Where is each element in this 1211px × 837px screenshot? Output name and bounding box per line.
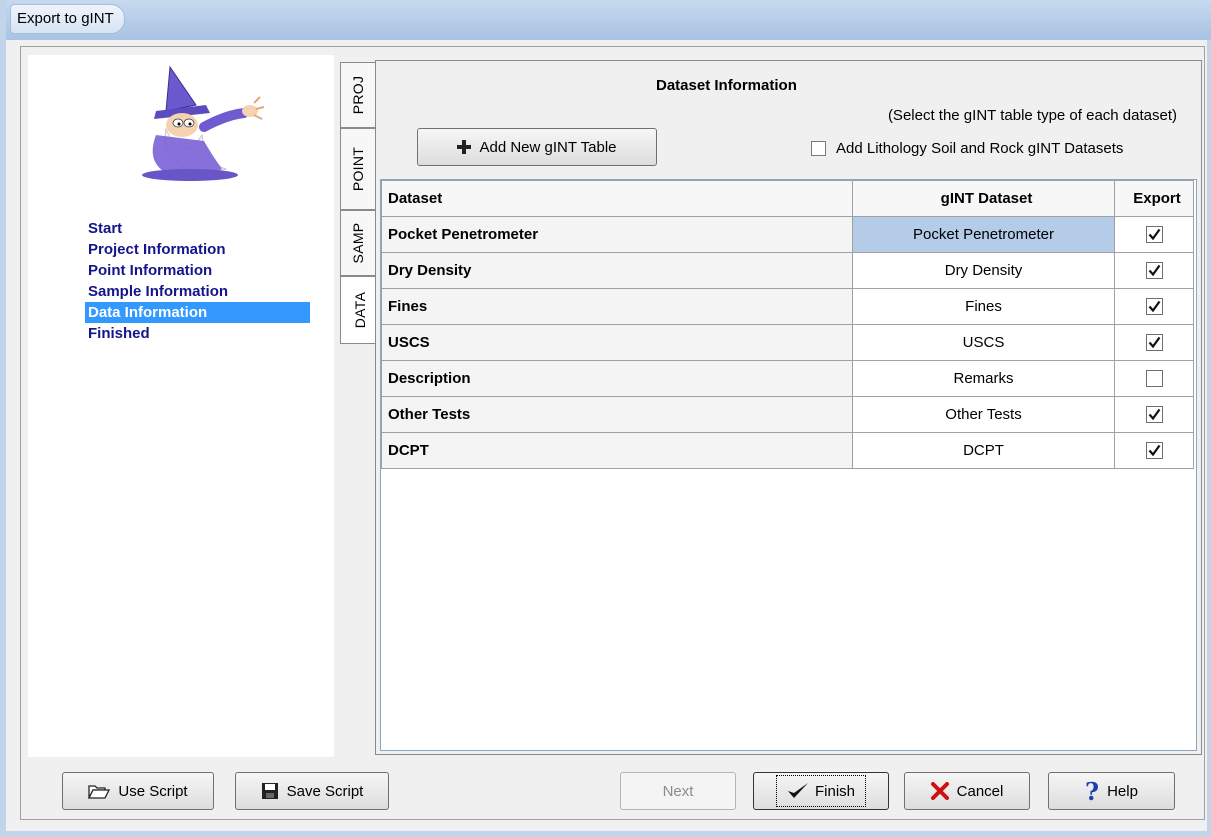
tab-samp[interactable]: SAMP [340, 210, 375, 276]
plus-icon [457, 140, 472, 154]
checkmark-icon [1148, 409, 1160, 421]
export-checkbox[interactable] [1145, 226, 1163, 244]
export-cell [1114, 252, 1194, 289]
use-script-label: Use Script [118, 782, 188, 800]
export-checkbox[interactable] [1145, 370, 1163, 388]
tab-point[interactable]: POINT [340, 128, 375, 210]
dataset-grid: Dataset gINT Dataset Export Pocket Penet… [380, 179, 1197, 751]
export-cell [1114, 396, 1194, 433]
export-checkbox[interactable] [1145, 334, 1163, 352]
red-x-icon [930, 782, 949, 800]
step-data-information[interactable]: Data Information [85, 302, 310, 323]
tab-proj-label: PROJ [350, 75, 366, 115]
table-row[interactable]: Fines Fines [381, 288, 1194, 325]
checkmark-icon [1148, 301, 1160, 313]
gint-dataset-cell[interactable]: Fines [852, 288, 1115, 325]
finish-button[interactable]: Finish [753, 772, 889, 810]
dataset-name-cell: Description [381, 360, 853, 397]
cancel-label: Cancel [956, 782, 1004, 800]
use-script-button[interactable]: Use Script [62, 772, 214, 810]
column-header-gint-dataset[interactable]: gINT Dataset [852, 180, 1115, 217]
table-row[interactable]: Other Tests Other Tests [381, 396, 1194, 433]
add-new-gint-table-button[interactable]: Add New gINT Table [417, 128, 657, 166]
lithology-checkbox-row[interactable]: Add Lithology Soil and Rock gINT Dataset… [811, 140, 1123, 157]
tab-point-label: POINT [350, 146, 366, 192]
checkmark-icon [1148, 229, 1160, 241]
dataset-information-panel: Dataset Information (Select the gINT tab… [375, 60, 1202, 755]
table-row[interactable]: USCS USCS [381, 324, 1194, 361]
tab-data[interactable]: DATA [340, 276, 378, 344]
step-finished[interactable]: Finished [85, 323, 310, 344]
gint-dataset-cell[interactable]: Other Tests [852, 396, 1115, 433]
lithology-checkbox[interactable] [811, 141, 826, 156]
save-script-button[interactable]: Save Script [235, 772, 389, 810]
title-bar: Export to gINT [6, 0, 1211, 40]
step-sample-information[interactable]: Sample Information [85, 281, 310, 302]
gint-dataset-cell[interactable]: Dry Density [852, 252, 1115, 289]
checkmark-icon [1148, 445, 1160, 457]
export-checkbox[interactable] [1145, 298, 1163, 316]
finish-label: Finish [814, 782, 855, 800]
wizard-mascot-image [142, 65, 265, 181]
export-cell [1114, 324, 1194, 361]
add-new-gint-table-label: Add New gINT Table [479, 138, 617, 156]
table-row[interactable]: Description Remarks [381, 360, 1194, 397]
step-start[interactable]: Start [85, 218, 310, 239]
gint-dataset-cell[interactable]: DCPT [852, 432, 1115, 469]
export-cell [1114, 288, 1194, 325]
table-row[interactable]: Dry Density Dry Density [381, 252, 1194, 289]
export-window: Export to gINT Start Project Information… [0, 0, 1211, 837]
window-title: Export to gINT [10, 4, 125, 34]
save-script-label: Save Script [286, 782, 364, 800]
export-checkbox[interactable] [1145, 406, 1163, 424]
export-checkbox[interactable] [1145, 262, 1163, 280]
panel-hint: (Select the gINT table type of each data… [887, 107, 1177, 124]
gint-dataset-cell[interactable]: Remarks [852, 360, 1115, 397]
dataset-name-cell: Pocket Penetrometer [381, 216, 853, 253]
wizard-steps-list: Start Project Information Point Informat… [85, 218, 310, 344]
cancel-button[interactable]: Cancel [904, 772, 1030, 810]
next-button[interactable]: Next [620, 772, 736, 810]
question-mark-icon: ? [1085, 776, 1100, 806]
tab-data-label: DATA [351, 291, 368, 329]
column-header-dataset[interactable]: Dataset [381, 180, 853, 217]
export-cell [1114, 216, 1194, 253]
gint-dataset-cell[interactable]: Pocket Penetrometer [852, 216, 1115, 253]
dataset-name-cell: Other Tests [381, 396, 853, 433]
open-folder-icon [88, 782, 111, 800]
checkmark-icon [787, 782, 809, 800]
column-header-export[interactable]: Export [1114, 180, 1194, 217]
dataset-name-cell: Fines [381, 288, 853, 325]
tab-samp-label: SAMP [350, 222, 366, 264]
next-label: Next [662, 782, 694, 800]
dataset-name-cell: DCPT [381, 432, 853, 469]
panel-title: Dataset Information [656, 77, 797, 94]
grid-header-row: Dataset gINT Dataset Export [381, 180, 1194, 217]
export-checkbox[interactable] [1145, 442, 1163, 460]
help-button[interactable]: ? Help [1048, 772, 1175, 810]
table-row[interactable]: DCPT DCPT [381, 432, 1194, 469]
wizard-nav-pane: Start Project Information Point Informat… [28, 55, 334, 757]
finish-focus-ring: Finish [775, 775, 866, 807]
dataset-name-cell: USCS [381, 324, 853, 361]
dataset-name-cell: Dry Density [381, 252, 853, 289]
help-label: Help [1107, 782, 1138, 800]
checkmark-icon [1148, 265, 1160, 277]
lithology-checkbox-label: Add Lithology Soil and Rock gINT Dataset… [836, 140, 1124, 157]
export-cell [1114, 360, 1194, 397]
export-cell [1114, 432, 1194, 469]
checkmark-icon [1148, 337, 1160, 349]
tab-proj[interactable]: PROJ [340, 62, 375, 128]
table-row[interactable]: Pocket Penetrometer Pocket Penetrometer [381, 216, 1194, 253]
step-point-information[interactable]: Point Information [85, 260, 310, 281]
floppy-disk-icon [261, 782, 279, 800]
step-project-information[interactable]: Project Information [85, 239, 310, 260]
gint-dataset-cell[interactable]: USCS [852, 324, 1115, 361]
